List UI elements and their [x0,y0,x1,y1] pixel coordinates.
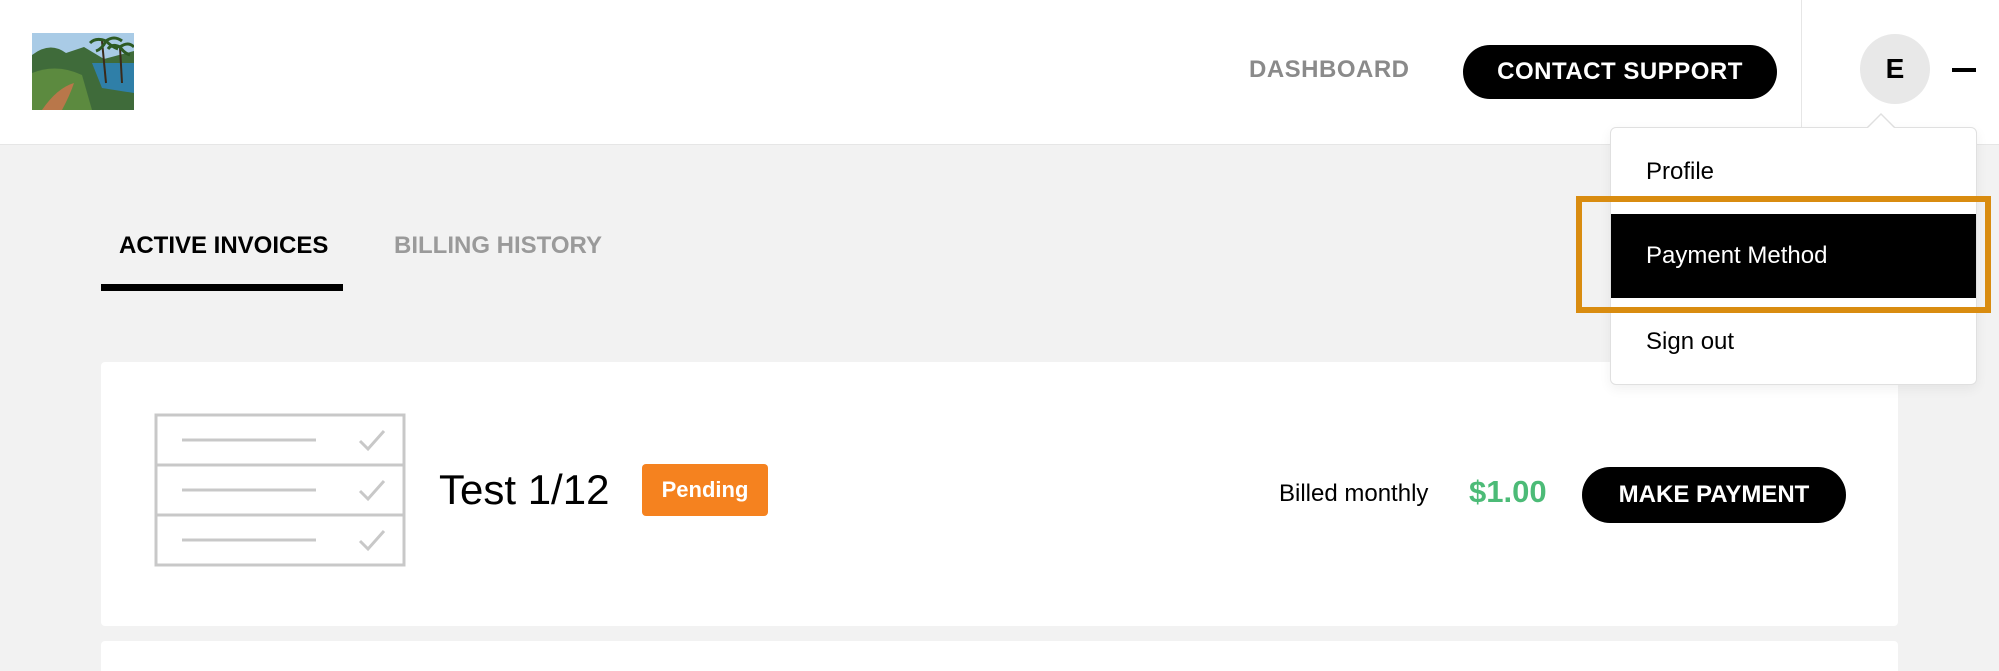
header-divider [1801,0,1802,145]
menu-item-payment-method[interactable]: Payment Method [1611,214,1976,298]
invoice-amount: $1.00 [1469,474,1547,509]
billing-cycle-label: Billed monthly [1279,480,1429,507]
contact-support-button[interactable]: CONTACT SUPPORT [1463,45,1777,99]
status-badge: Pending [642,464,768,516]
user-avatar[interactable]: E [1860,34,1930,104]
minus-icon[interactable] [1952,59,1976,81]
user-dropdown-menu: Profile Payment Method Sign out [1610,127,1977,385]
active-tab-underline [101,284,343,291]
nav-dashboard-link[interactable]: DASHBOARD [1249,56,1410,84]
menu-item-sign-out[interactable]: Sign out [1611,300,1976,384]
checklist-icon [154,413,406,572]
tab-billing-history[interactable]: BILLING HISTORY [394,232,602,260]
top-header: DASHBOARD CONTACT SUPPORT E [0,0,1999,145]
logo-image[interactable] [32,33,134,110]
make-payment-button[interactable]: MAKE PAYMENT [1582,467,1846,523]
menu-item-profile[interactable]: Profile [1611,130,1976,214]
invoice-card-next [101,641,1898,671]
dropdown-caret-fill [1868,115,1894,128]
tab-active-invoices[interactable]: ACTIVE INVOICES [119,232,328,260]
invoice-title: Test 1/12 [439,466,610,513]
